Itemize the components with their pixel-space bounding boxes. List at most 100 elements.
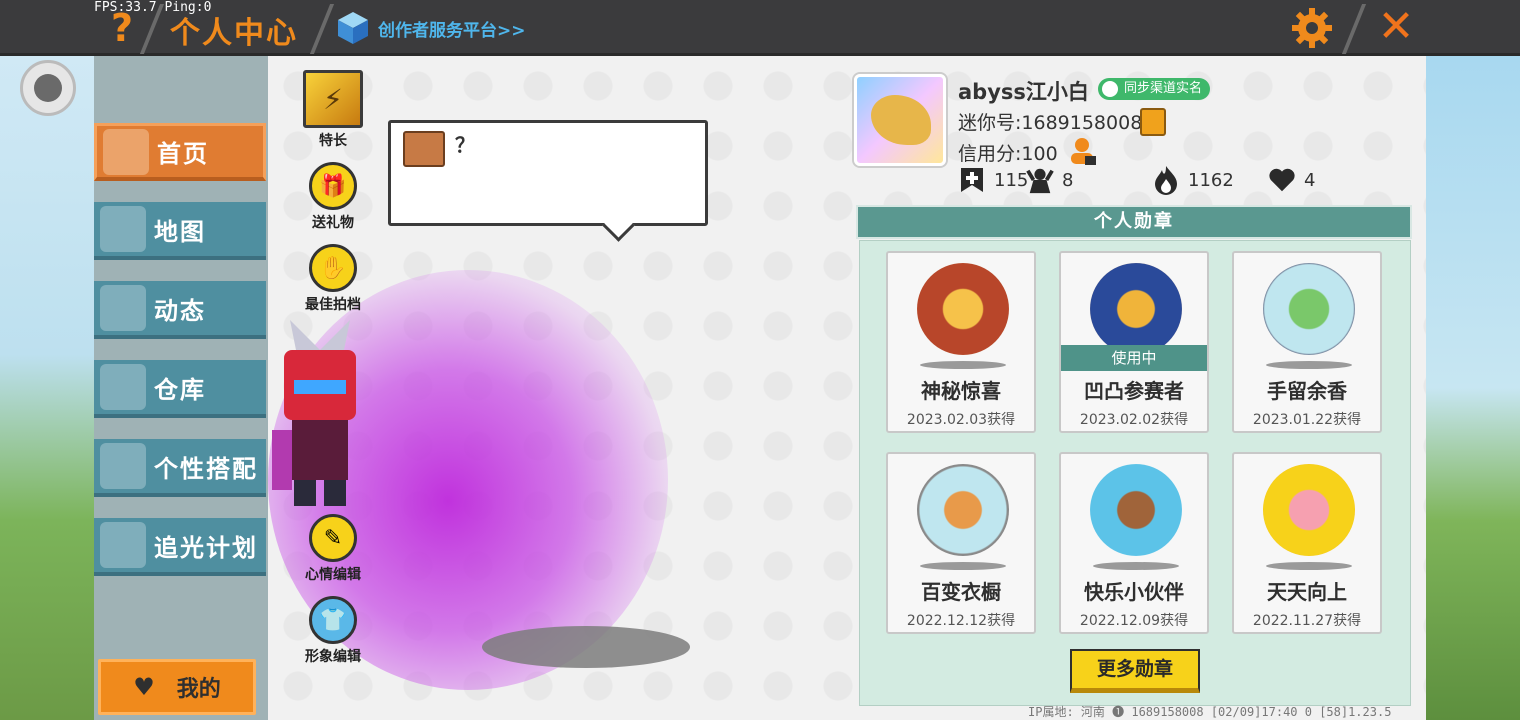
sidebar-item-feed[interactable]: 动态 xyxy=(94,281,266,339)
medal-happy-partner-icon xyxy=(1090,464,1182,556)
specialty-button[interactable]: ⚡ 特长 xyxy=(298,70,368,150)
medal-name: 神秘惊喜 xyxy=(921,379,1001,403)
best-partner-button[interactable]: ✋ 最佳拍档 xyxy=(298,244,368,314)
character-shadow xyxy=(482,626,690,668)
sidebar-item-label: 首页 xyxy=(157,140,209,168)
sidebar: 首页 地图 动态 仓库 个性搭配 追光计划 xyxy=(94,56,268,720)
likes-stat[interactable]: 4 xyxy=(1268,166,1315,194)
medal-date: 2023.02.02获得 xyxy=(1079,412,1189,428)
divider xyxy=(1341,4,1367,54)
medal-date: 2023.02.03获得 xyxy=(906,412,1016,428)
fans-stat[interactable]: 8 xyxy=(1026,166,1073,194)
gift-label: 送礼物 xyxy=(312,215,354,231)
gift-icon: 🎁 xyxy=(309,162,357,210)
fans-count: 8 xyxy=(1062,169,1074,191)
follow-icon xyxy=(958,166,986,194)
mood-speech-bubble[interactable]: ？ xyxy=(388,120,708,226)
page-title: 个人中心 xyxy=(170,16,298,51)
medal-name: 天天向上 xyxy=(1267,580,1347,604)
medal-daily-progress-icon xyxy=(1263,464,1355,556)
sidebar-item-map[interactable]: 地图 xyxy=(94,202,266,260)
medal-card[interactable]: 天天向上 2022.11.27获得 xyxy=(1232,452,1382,634)
specialty-icon: ⚡ xyxy=(303,70,363,128)
heart-icon: ♥ xyxy=(133,673,155,701)
medal-date: 2023.01.22获得 xyxy=(1252,412,1362,428)
medal-shadow xyxy=(1266,361,1352,369)
help-icon[interactable]: ? xyxy=(104,6,140,50)
sidebar-item-home[interactable]: 首页 xyxy=(94,123,266,181)
medal-name: 手留余香 xyxy=(1267,379,1347,403)
fire-icon xyxy=(1152,166,1180,195)
creator-platform-link[interactable]: 创作者服务平台>> xyxy=(336,10,526,46)
medal-date: 2022.11.27获得 xyxy=(1252,613,1362,629)
popularity-stat[interactable]: 1162 xyxy=(1152,166,1234,195)
handshake-icon: ✋ xyxy=(309,244,357,292)
medal-mystery-surprise-icon xyxy=(917,263,1009,355)
medal-name: 百变衣橱 xyxy=(921,580,1001,604)
follow-count: 115 xyxy=(994,169,1029,191)
creator-link-label: 创作者服务平台>> xyxy=(378,20,526,41)
outfit-edit-label: 形象编辑 xyxy=(305,649,361,665)
sidebar-item-outfit[interactable]: 个性搭配 xyxy=(94,439,266,497)
medal-shadow xyxy=(920,361,1006,369)
sidebar-item-label: 追光计划 xyxy=(154,533,258,562)
outfit-icon: 👕 xyxy=(309,596,357,644)
divider xyxy=(309,4,335,54)
credit-person-icon[interactable] xyxy=(1068,136,1098,166)
medal-date: 2022.12.09获得 xyxy=(1079,613,1189,629)
sidebar-item-chase-light[interactable]: 追光计划 xyxy=(94,518,266,576)
medal-section-header: 个人勋章 xyxy=(856,205,1412,239)
outfit-edit-button[interactable]: 👕 形象编辑 xyxy=(298,596,368,666)
sidebar-item-label: 动态 xyxy=(154,296,206,325)
gift-button[interactable]: 🎁 送礼物 xyxy=(298,162,368,232)
map-icon xyxy=(100,206,146,252)
in-use-badge: 使用中 xyxy=(1061,345,1207,371)
game-world-background-right xyxy=(1426,56,1520,720)
medal-date: 2022.12.12获得 xyxy=(906,613,1016,629)
mood-edit-button[interactable]: ✎ 心情编辑 xyxy=(298,514,368,584)
record-button[interactable] xyxy=(20,60,76,116)
follow-stat[interactable]: 115 xyxy=(958,166,1028,194)
medal-card[interactable]: 神秘惊喜 2023.02.03获得 xyxy=(886,251,1036,433)
verify-badge[interactable]: 同步渠道实名 xyxy=(1098,78,1211,100)
copy-icon[interactable] xyxy=(1140,108,1166,136)
sidebar-item-label: 地图 xyxy=(154,217,206,246)
medal-shadow xyxy=(1266,562,1352,570)
medal-card[interactable]: 使用中 凹凸参赛者 2023.02.02获得 xyxy=(1059,251,1209,433)
best-partner-label: 最佳拍档 xyxy=(305,297,361,313)
mine-button[interactable]: ♥ 我的 xyxy=(98,659,256,715)
sidebar-item-warehouse[interactable]: 仓库 xyxy=(94,360,266,418)
medal-wardrobe-icon xyxy=(917,464,1009,556)
likes-count: 4 xyxy=(1304,169,1316,191)
medal-shadow xyxy=(920,562,1006,570)
popularity-count: 1162 xyxy=(1188,169,1234,191)
mood-text: ？ xyxy=(455,133,475,157)
avatar[interactable] xyxy=(854,74,946,166)
bell-icon xyxy=(100,285,146,331)
more-medals-button[interactable]: 更多勋章 xyxy=(1070,649,1200,693)
game-world-background-left xyxy=(0,56,94,720)
close-icon[interactable]: ✕ xyxy=(1376,4,1416,50)
mini-id: 迷你号:1689158008 xyxy=(958,112,1143,134)
gear-icon[interactable] xyxy=(1290,6,1334,50)
medal-name: 凹凸参赛者 xyxy=(1084,379,1184,403)
medal-card[interactable]: 快乐小伙伴 2022.12.09获得 xyxy=(1059,452,1209,634)
medal-card[interactable]: 手留余香 2023.01.22获得 xyxy=(1232,251,1382,433)
medal-name: 快乐小伙伴 xyxy=(1084,580,1184,604)
chase-light-icon xyxy=(100,522,146,568)
heart-icon xyxy=(1268,166,1296,194)
medal-card[interactable]: 百变衣橱 2022.12.12获得 xyxy=(886,452,1036,634)
character-face-icon xyxy=(403,131,445,167)
character-avatar[interactable] xyxy=(270,310,370,510)
mood-edit-label: 心情编辑 xyxy=(305,567,361,583)
top-bar: FPS:33.7 Ping:0 ? 个人中心 创作者服务平台>> ✕ xyxy=(0,0,1520,56)
medal-contestant-icon xyxy=(1090,263,1182,355)
sidebar-item-label: 个性搭配 xyxy=(154,454,258,483)
footer-status: IP属地: 河南 ❶ 1689158008 [02/09]17:40 0 [58… xyxy=(1028,705,1392,719)
home-icon xyxy=(103,128,149,175)
mine-button-label: 我的 xyxy=(176,677,221,702)
credit-score: 信用分:100 xyxy=(958,143,1058,165)
medal-shadow xyxy=(1093,562,1179,570)
specialty-label: 特长 xyxy=(319,133,347,149)
sidebar-item-label: 仓库 xyxy=(154,375,206,404)
